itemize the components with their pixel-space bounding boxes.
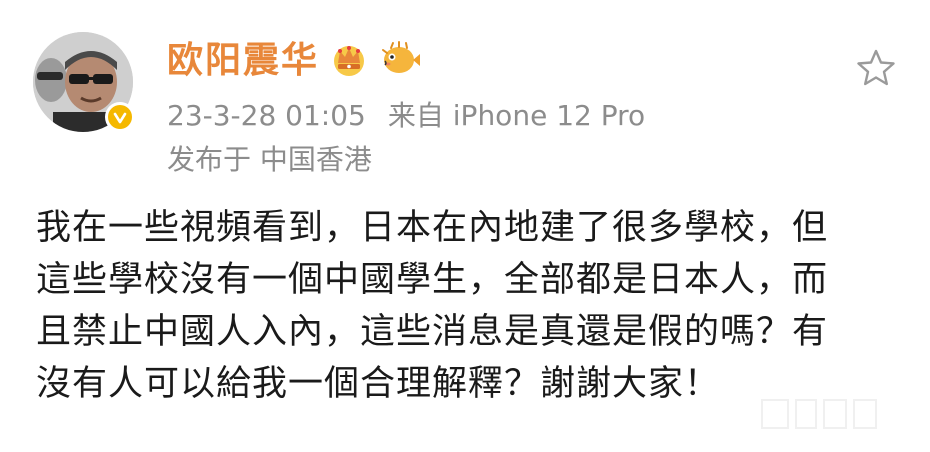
post-location: 发布于 中国香港 bbox=[167, 143, 372, 176]
username-row: 欧阳震华 bbox=[167, 36, 421, 86]
post-content-line: 我在一些視頻看到，日本在內地建了很多學校，但 bbox=[36, 208, 829, 248]
weibo-post: 欧阳震华 23-3-28 01:05 来自 iPhone 12 Pro 发布于 … bbox=[0, 0, 930, 452]
post-content-line: 且禁止中國人入內，這些消息是真還是假的嗎？有 bbox=[36, 312, 829, 352]
author-name[interactable]: 欧阳震华 bbox=[167, 36, 319, 86]
crown-icon[interactable] bbox=[329, 39, 369, 83]
star-icon bbox=[857, 49, 895, 86]
post-source: 来自 iPhone 12 Pro bbox=[387, 99, 646, 132]
post-timestamp[interactable]: 23-3-28 01:05 bbox=[167, 99, 366, 132]
post-content-line: 這些學校沒有一個中國學生，全部都是日本人，而 bbox=[36, 260, 829, 300]
avatar-container[interactable] bbox=[33, 32, 137, 136]
post-content: 我在一些視頻看到，日本在內地建了很多學校，但 這些學校沒有一個中國學生，全部都是… bbox=[36, 202, 896, 410]
favorite-button[interactable] bbox=[854, 46, 898, 90]
verified-badge-icon bbox=[105, 102, 135, 132]
pufferfish-icon[interactable] bbox=[379, 39, 421, 83]
watermark bbox=[760, 394, 880, 434]
post-meta: 23-3-28 01:05 来自 iPhone 12 Pro bbox=[167, 98, 645, 134]
